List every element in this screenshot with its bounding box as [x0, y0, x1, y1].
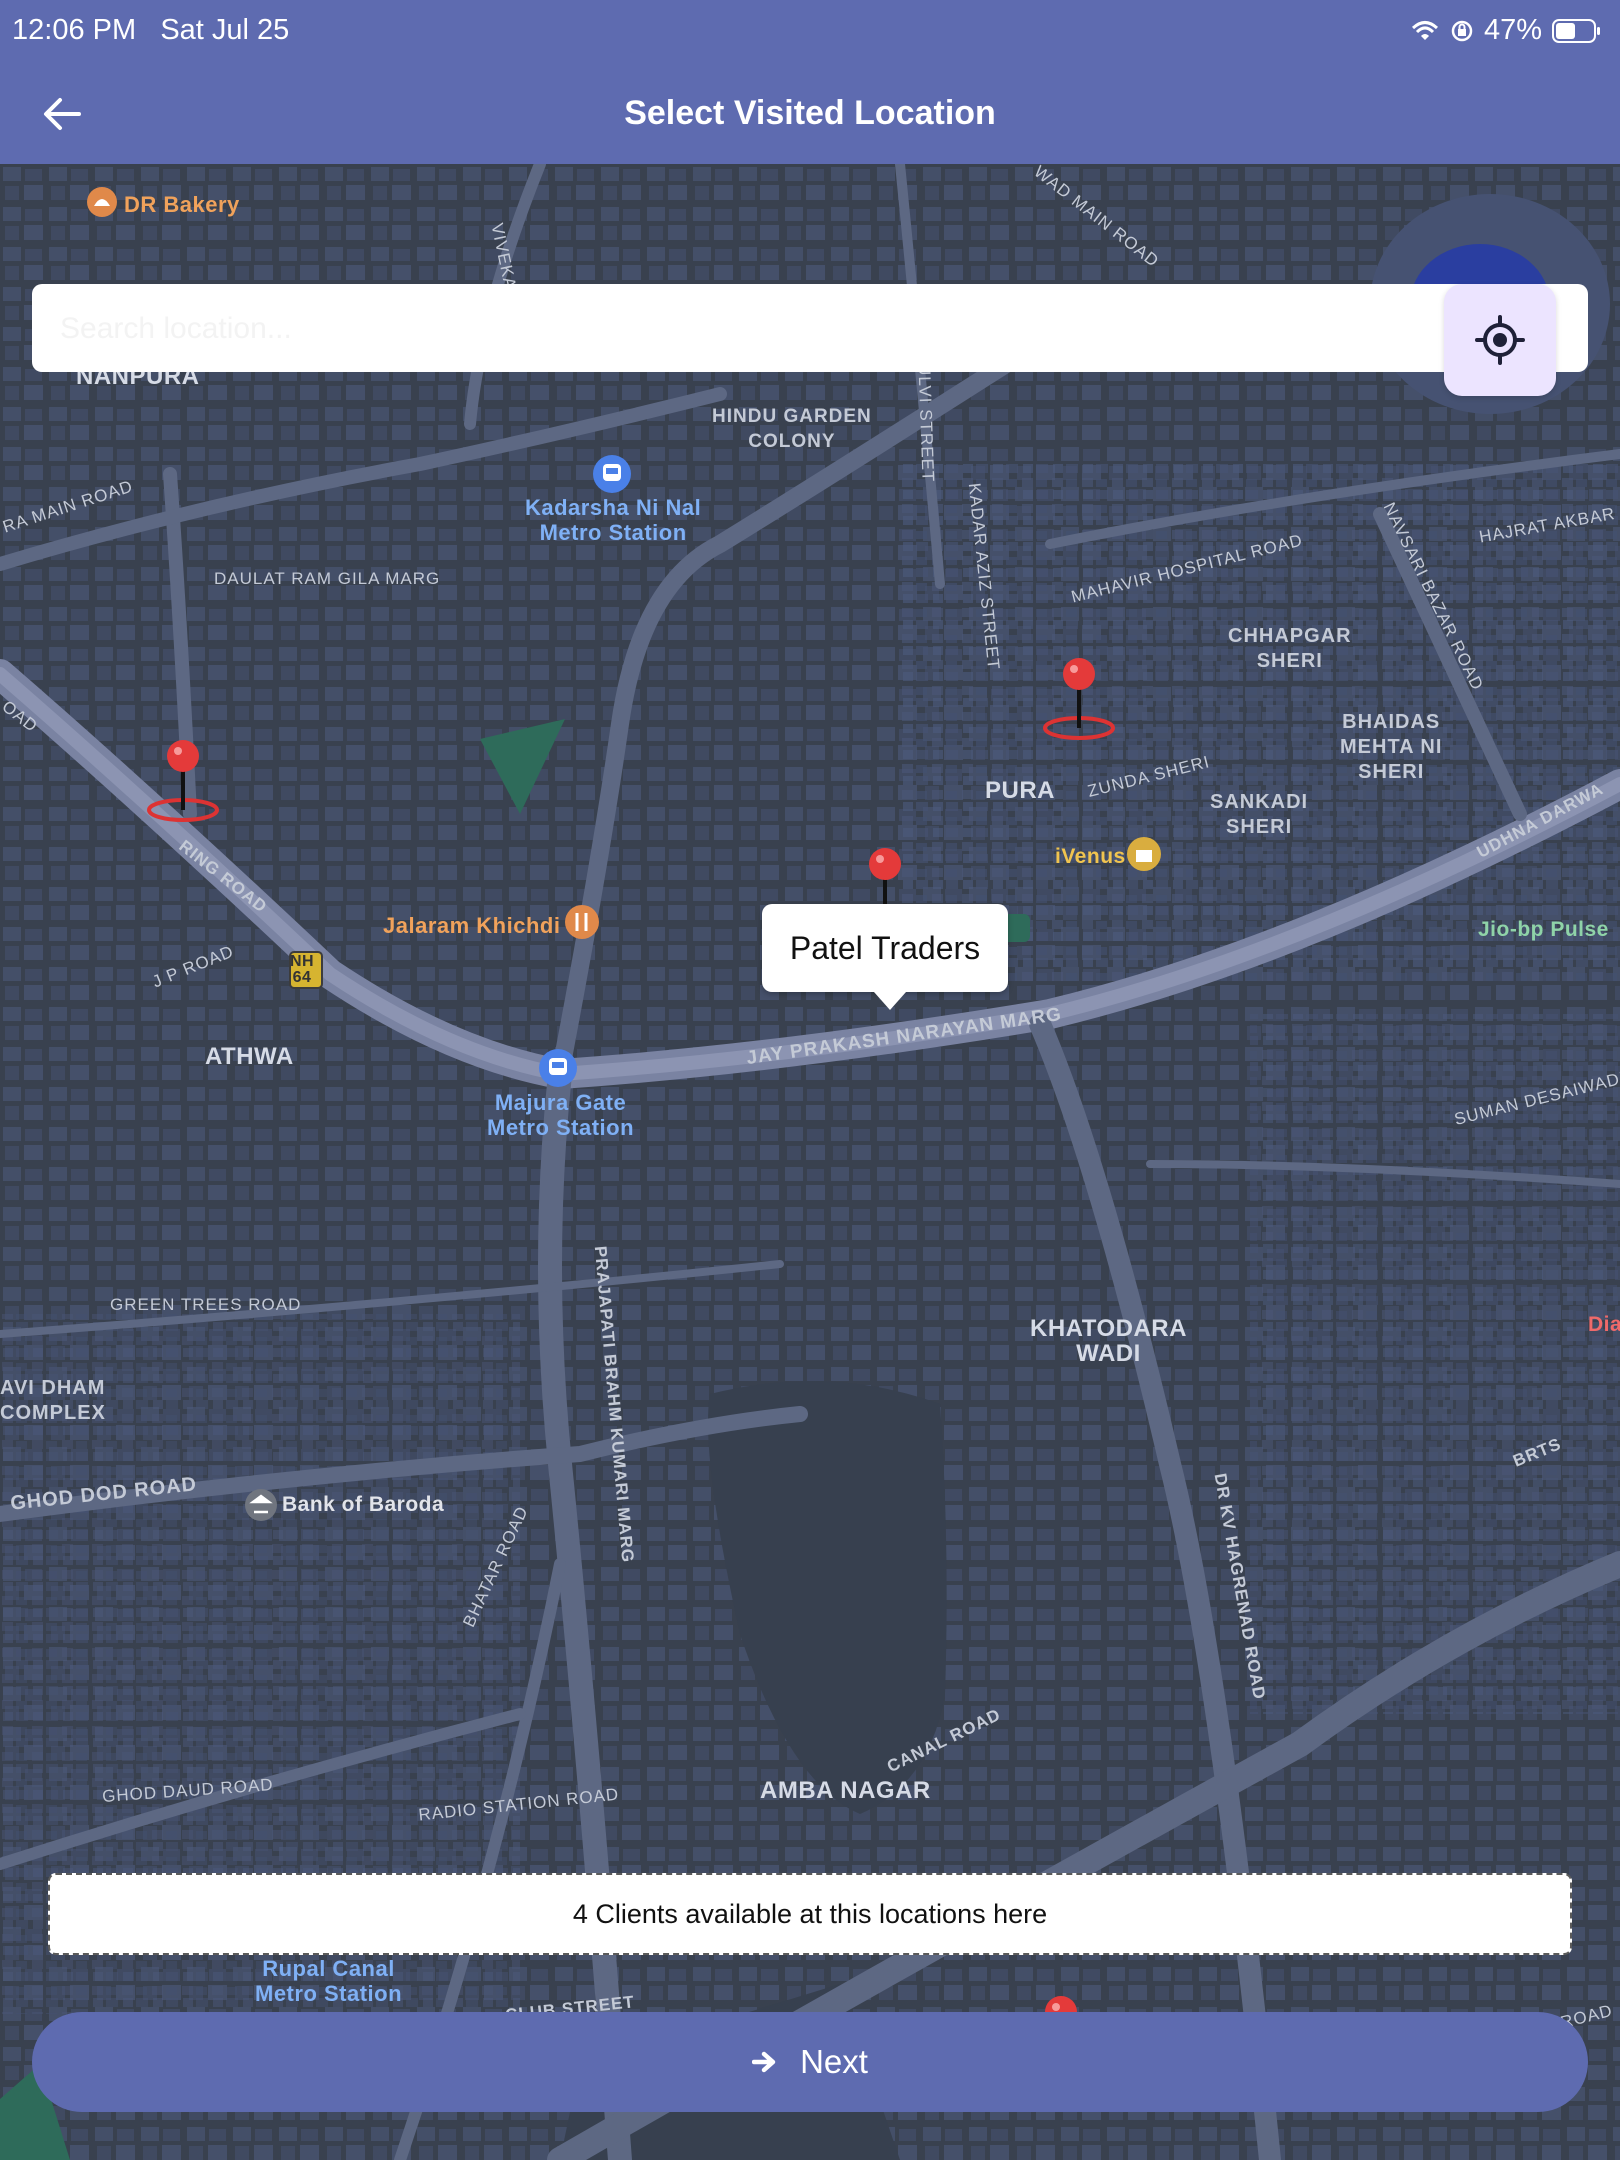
area-label-avi-dham: AVI DHAM COMPLEX [0, 1377, 106, 1424]
battery-percent: 47% [1483, 14, 1542, 46]
area-label-athwa: ATHWA [205, 1043, 294, 1070]
clients-available-banner: 4 Clients available at this locations he… [48, 1873, 1572, 1955]
poi-label-jalaram: Jalaram Khichdi [383, 913, 561, 938]
road-label-green-trees: GREEN TREES ROAD [110, 1295, 302, 1314]
wifi-icon [1411, 20, 1438, 40]
orientation-lock-icon [1451, 20, 1473, 41]
page-title: Select Visited Location [624, 94, 996, 132]
metro-station-icon[interactable] [592, 454, 632, 494]
banner-text: 4 Clients available at this locations he… [572, 1898, 1048, 1929]
crosshair-icon [1475, 315, 1525, 365]
status-bar: 12:06 PM Sat Jul 25 47% [0, 0, 1620, 64]
bank-icon[interactable] [244, 1488, 278, 1522]
area-label-amba-nagar: AMBA NAGAR [760, 1777, 931, 1804]
metro-station-icon[interactable] [538, 1048, 578, 1088]
area-label-khatodara: KHATODARA WADI [1030, 1315, 1187, 1367]
road-label-daulat: DAULAT RAM GILA MARG [214, 569, 441, 588]
restaurant-icon[interactable] [564, 904, 600, 940]
area-label-sankadi: SANKADI SHERI [1210, 791, 1309, 838]
poi-label-dia: Dia [1588, 1313, 1620, 1336]
status-time: 12:06 PM Sat Jul 25 [12, 14, 290, 46]
pin-callout[interactable]: Patel Traders [762, 904, 1008, 1010]
app-bar: Select Visited Location [0, 64, 1620, 164]
next-button-label: Next [800, 2043, 868, 2080]
poi-label-majura-station: Majura Gate Metro Station [487, 1090, 635, 1140]
poi-label-dr-bakery: DR Bakery [124, 192, 240, 217]
area-label-bhaidas: BHAIDAS MEHTA NI SHERI [1340, 711, 1443, 783]
poi-label-bank-baroda: Bank of Baroda [282, 1493, 445, 1516]
highway-label-nh64: NH 64 [290, 953, 315, 986]
map-base [0, 164, 1620, 2160]
poi-label-ivenus: iVenus [1055, 845, 1126, 868]
poi-label-kadarsha-station: Kadarsha Ni Nal Metro Station [525, 495, 702, 545]
search-input[interactable] [58, 284, 1442, 374]
shopping-icon[interactable] [1126, 836, 1162, 872]
status-icons: 47% [1410, 14, 1602, 47]
bakery-icon[interactable] [86, 186, 118, 218]
next-button[interactable]: Next [32, 2012, 1588, 2112]
poi-label-jio-bp: Jio-bp Pulse [1478, 918, 1609, 941]
map-view[interactable]: NANPURA HINDU GARDEN COLONY Kadarsha Ni … [0, 164, 1620, 2160]
client-location-pin[interactable] [1034, 656, 1124, 746]
arrow-right-icon [752, 2051, 776, 2073]
search-bar [32, 284, 1588, 374]
client-location-pin[interactable] [138, 738, 228, 828]
area-label-chhapgar: CHHAPGAR SHERI [1228, 625, 1352, 672]
area-label-pura: PURA [985, 777, 1056, 804]
poi-label-rupal-station: Rupal Canal Metro Station [255, 1956, 403, 2006]
current-location-button[interactable] [1444, 284, 1556, 396]
battery-icon [1552, 18, 1600, 43]
area-label-hindu-garden: HINDU GARDEN COLONY [712, 406, 872, 452]
